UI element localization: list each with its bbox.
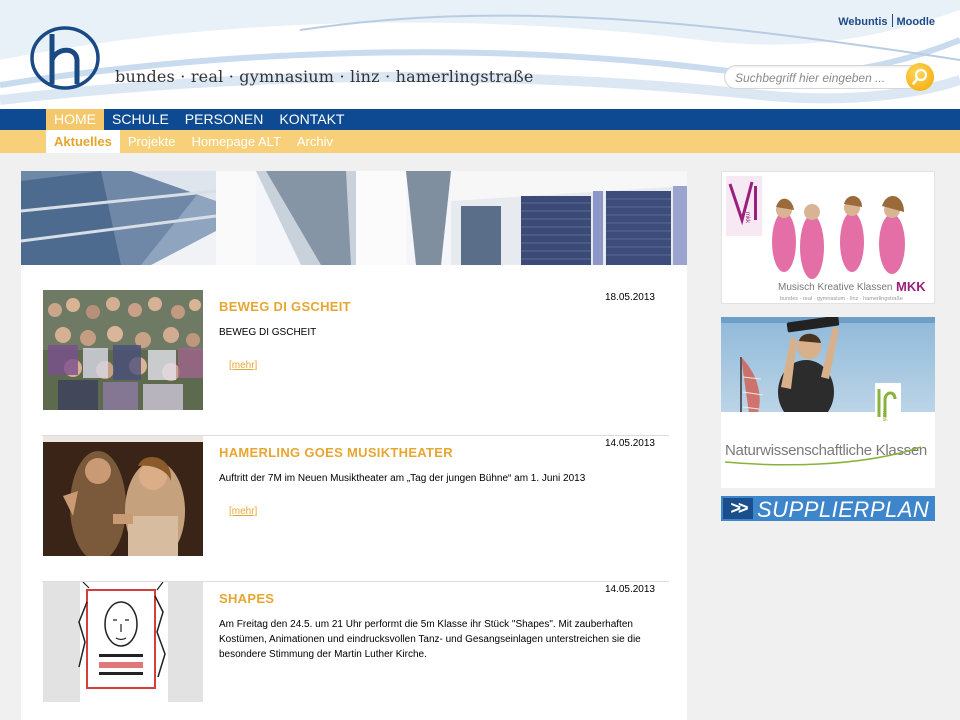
sub-navigation: Aktuelles Projekte Homepage ALT Archiv <box>0 130 960 153</box>
subnav-projekte[interactable]: Projekte <box>120 130 184 153</box>
nav-kontakt[interactable]: KONTAKT <box>271 109 352 130</box>
mkk-logo-letters: mkk <box>744 212 750 224</box>
news-date: 18.05.2013 <box>604 292 655 303</box>
supplierplan-label: SUPPLIERPLAN <box>757 497 930 521</box>
header-swoosh-decoration <box>0 0 960 105</box>
search-button[interactable] <box>906 63 934 91</box>
nav-home[interactable]: HOME <box>46 109 104 130</box>
building-banner-image <box>21 171 687 265</box>
main-content: BEWEG DI GSCHEIT 18.05.2013 BEWEG DI GSC… <box>21 171 687 720</box>
news-item: HAMERLING GOES MUSIKTHEATER 14.05.2013 A… <box>42 436 669 582</box>
nawi-banner[interactable]: nawi Naturwissenschaftliche Klassen <box>721 317 935 488</box>
mkk-banner[interactable]: Musisch Kreative Klassen MKK bundes · re… <box>721 171 935 304</box>
news-thumbnail-shapes-poster[interactable] <box>43 582 203 702</box>
news-title[interactable]: BEWEG DI GSCHEIT <box>219 299 351 314</box>
main-navigation: HOME SCHULE PERSONEN KONTAKT <box>0 109 960 130</box>
top-links: Webuntis Moodle <box>838 14 935 28</box>
nawi-caption: Naturwissenschaftliche Klassen <box>725 442 927 459</box>
search-icon <box>912 68 928 85</box>
school-name: bundes · real · gymnasium · linz · hamer… <box>115 67 534 86</box>
read-more-link[interactable]: [mehr] <box>229 360 257 371</box>
news-title[interactable]: HAMERLING GOES MUSIKTHEATER <box>219 445 453 460</box>
search-input[interactable] <box>735 70 900 86</box>
subnav-homepage-alt[interactable]: Homepage ALT <box>184 130 289 153</box>
news-text: BEWEG DI GSCHEIT <box>219 327 317 338</box>
moodle-link[interactable]: Moodle <box>897 16 936 28</box>
search-box <box>724 65 934 89</box>
news-text: Am Freitag den 24.5. um 21 Uhr performt … <box>219 619 641 660</box>
news-thumbnail-theater[interactable] <box>43 436 203 556</box>
news-date: 14.05.2013 <box>604 584 655 595</box>
news-thumbnail-crowd[interactable] <box>43 290 203 410</box>
mkk-banner-graphic: Musisch Kreative Klassen MKK bundes · re… <box>722 172 934 303</box>
mkk-subline: bundes · real · gymnasium · linz · hamer… <box>780 296 903 302</box>
nav-personen[interactable]: PERSONEN <box>177 109 272 130</box>
mkk-caption: Musisch Kreative Klassen <box>778 282 893 293</box>
news-date: 14.05.2013 <box>604 438 655 449</box>
nawi-banner-graphic: nawi Naturwissenschaftliche Klassen <box>721 317 935 488</box>
news-item: SHAPES 14.05.2013 Am Freitag den 24.5. u… <box>42 582 669 720</box>
news-title[interactable]: SHAPES <box>219 591 274 606</box>
webuntis-link[interactable]: Webuntis <box>838 16 887 28</box>
supplierplan-banner[interactable]: >> SUPPLIERPLAN <box>721 496 935 521</box>
news-item: BEWEG DI GSCHEIT 18.05.2013 BEWEG DI GSC… <box>42 290 669 436</box>
nav-schule[interactable]: SCHULE <box>104 109 177 130</box>
mkk-tag: MKK <box>896 279 926 294</box>
school-logo[interactable] <box>30 26 100 90</box>
subnav-aktuelles[interactable]: Aktuelles <box>46 130 120 153</box>
nawi-logo-letters: nawi <box>881 409 887 421</box>
news-text: Auftritt der 7M im Neuen Musiktheater am… <box>219 473 586 484</box>
subnav-archiv[interactable]: Archiv <box>289 130 341 153</box>
double-arrow-icon: >> <box>723 498 753 519</box>
site-header: bundes · real · gymnasium · linz · hamer… <box>0 0 960 110</box>
divider <box>891 14 893 27</box>
read-more-link[interactable]: [mehr] <box>229 506 257 517</box>
